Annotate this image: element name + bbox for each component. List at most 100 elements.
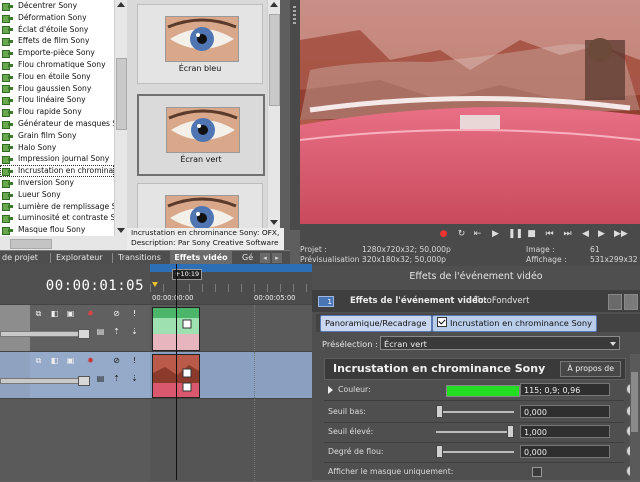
plugin-chooser-icon[interactable] bbox=[608, 294, 622, 310]
scroll-thumb[interactable] bbox=[116, 58, 127, 130]
timeline-empty-area[interactable] bbox=[150, 398, 312, 481]
effect-list-item[interactable]: Éclat d'étoile Sony bbox=[0, 24, 114, 36]
effects-list-scrollbar[interactable] bbox=[114, 0, 127, 236]
motion-icon[interactable]: ▣ bbox=[66, 356, 75, 365]
param-value[interactable]: 115; 0,9; 0,96 bbox=[520, 383, 610, 396]
effect-list-item[interactable]: Emporte-pièce Sony bbox=[0, 47, 114, 59]
preset-blue-screen[interactable]: Écran bleu bbox=[137, 4, 263, 84]
param-slider-track[interactable] bbox=[436, 431, 514, 433]
panel-splitter[interactable] bbox=[290, 0, 300, 230]
param-value[interactable]: 0,000 bbox=[520, 445, 610, 458]
tab-transitions[interactable]: Transitions bbox=[118, 251, 168, 265]
pause-icon[interactable]: ❚❚ bbox=[508, 229, 523, 240]
solo-icon[interactable]: ! bbox=[130, 309, 139, 318]
next-marker-icon[interactable]: ▶ bbox=[596, 229, 607, 240]
chain-item-pan-crop[interactable]: Panoramique/Recadrage bbox=[320, 315, 432, 332]
track-header-1[interactable]: ⧉ ◧ ▣ ✹ ⊘ ! ▤ ⇡ ⇣ bbox=[0, 304, 150, 351]
effect-list-item[interactable]: Masque flou Sony bbox=[0, 224, 114, 236]
fx-chain-icon[interactable]: ⧉ bbox=[34, 356, 43, 365]
param-value[interactable]: 1,000 bbox=[520, 425, 610, 438]
fx-gear-icon[interactable]: ✹ bbox=[86, 356, 95, 365]
playhead-cursor[interactable] bbox=[176, 264, 177, 480]
color-swatch[interactable] bbox=[446, 385, 520, 397]
tab-scroll-left-icon[interactable]: ◂ bbox=[260, 253, 270, 263]
track-lane-1[interactable] bbox=[150, 304, 312, 351]
play-icon[interactable]: ▶ bbox=[490, 229, 501, 240]
param-slider-track[interactable] bbox=[436, 411, 514, 413]
tab-generators[interactable]: Gé bbox=[242, 251, 256, 265]
slider-knob[interactable] bbox=[78, 376, 90, 386]
composite-mode-icon[interactable]: ▤ bbox=[96, 327, 105, 336]
param-slider-knob[interactable] bbox=[436, 405, 443, 418]
mask-only-checkbox[interactable] bbox=[532, 467, 542, 477]
child-icon[interactable]: ⇣ bbox=[130, 327, 139, 336]
effect-list-item[interactable]: Luminosité et contraste So bbox=[0, 212, 114, 224]
effect-list-item[interactable]: Impression journal Sony bbox=[0, 153, 114, 165]
composite-icon[interactable]: ◧ bbox=[50, 309, 59, 318]
solo-icon[interactable]: ! bbox=[130, 356, 139, 365]
tab-explorer[interactable]: Explorateur bbox=[56, 251, 108, 265]
effect-list-item[interactable]: Effets de film Sony bbox=[0, 35, 114, 47]
mute-icon[interactable]: ⊘ bbox=[112, 356, 121, 365]
expand-icon[interactable] bbox=[328, 386, 333, 394]
play-from-start-icon[interactable]: ⇤ bbox=[472, 229, 483, 240]
tab-video-fx[interactable]: Effets vidéo bbox=[170, 251, 232, 265]
effect-list-item[interactable]: Générateur de masques So bbox=[0, 118, 114, 130]
fx-panel-scrollbar[interactable] bbox=[630, 354, 640, 480]
next-end-icon[interactable]: ▶▶ bbox=[614, 229, 628, 240]
composite-mode-icon[interactable]: ▤ bbox=[96, 374, 105, 383]
effect-list-item[interactable]: Halo Sony bbox=[0, 142, 114, 154]
next-frame-icon[interactable]: ⏭ bbox=[562, 229, 573, 240]
hscroll-thumb[interactable] bbox=[10, 239, 52, 249]
remove-plugin-icon[interactable] bbox=[624, 294, 638, 310]
effect-list-item[interactable]: Flou chromatique Sony bbox=[0, 59, 114, 71]
param-slider-knob[interactable] bbox=[436, 445, 443, 458]
effect-list-item[interactable]: Grain film Sony bbox=[0, 130, 114, 142]
track-lane-2[interactable] bbox=[150, 351, 312, 398]
prev-marker-icon[interactable]: ◀ bbox=[580, 229, 591, 240]
param-slider-track[interactable] bbox=[436, 451, 514, 453]
tab-scroll-right-icon[interactable]: ▸ bbox=[272, 253, 282, 263]
scroll-thumb[interactable] bbox=[269, 14, 280, 106]
param-value[interactable]: 0,000 bbox=[520, 405, 610, 418]
about-button[interactable]: À propos de bbox=[560, 361, 621, 377]
fx-gear-icon[interactable]: ✹ bbox=[86, 309, 95, 318]
scroll-down-icon[interactable] bbox=[117, 228, 125, 233]
child-icon[interactable]: ⇣ bbox=[130, 374, 139, 383]
preset-green-screen[interactable]: Écran vert bbox=[137, 94, 265, 176]
effect-list-item[interactable]: Déformation Sony bbox=[0, 12, 114, 24]
effects-list-hscrollbar[interactable] bbox=[0, 236, 127, 250]
track-header-2[interactable]: ⧉ ◧ ▣ ✹ ⊘ ! ▤ ⇡ ⇣ bbox=[0, 351, 150, 398]
effect-list-item[interactable]: Décentrer Sony bbox=[0, 0, 114, 12]
track-level-slider[interactable] bbox=[0, 331, 82, 337]
fx-chain-icon[interactable]: ⧉ bbox=[34, 309, 43, 318]
effect-list-item[interactable]: Flou gaussien Sony bbox=[0, 83, 114, 95]
effect-list-item[interactable]: Flou en étoile Sony bbox=[0, 71, 114, 83]
stop-icon[interactable]: ■ bbox=[526, 229, 537, 240]
scroll-up-icon[interactable] bbox=[117, 2, 125, 7]
loop-icon[interactable]: ↻ bbox=[456, 229, 467, 240]
timeline-ruler[interactable]: +10:19 00:00:00:00 00:00:05:00 bbox=[150, 264, 312, 304]
effect-list-item[interactable]: Incrustation en chrominance bbox=[0, 165, 114, 177]
motion-icon[interactable]: ▣ bbox=[66, 309, 75, 318]
parent-icon[interactable]: ⇡ bbox=[112, 327, 121, 336]
record-icon[interactable]: ● bbox=[438, 229, 449, 240]
effect-list-item[interactable]: Flou rapide Sony bbox=[0, 106, 114, 118]
effect-list-item[interactable]: Lueur Sony bbox=[0, 189, 114, 201]
scroll-thumb[interactable] bbox=[631, 372, 638, 432]
presets-scrollbar[interactable] bbox=[267, 0, 280, 228]
mute-icon[interactable]: ⊘ bbox=[112, 309, 121, 318]
param-slider-knob[interactable] bbox=[507, 425, 514, 438]
preset-dropdown[interactable]: Écran vert bbox=[380, 336, 620, 350]
chain-item-chroma-key[interactable]: Incrustation en chrominance Sony bbox=[432, 315, 598, 332]
effect-list-item[interactable]: Flou linéaire Sony bbox=[0, 94, 114, 106]
scroll-up-icon[interactable] bbox=[270, 2, 278, 7]
chain-enable-checkbox[interactable] bbox=[437, 317, 447, 327]
parent-icon[interactable]: ⇡ bbox=[112, 374, 121, 383]
preset-third[interactable] bbox=[137, 183, 263, 228]
composite-icon[interactable]: ◧ bbox=[50, 356, 59, 365]
effect-list-item[interactable]: Inversion Sony bbox=[0, 177, 114, 189]
scroll-down-icon[interactable] bbox=[270, 220, 278, 225]
tab-project-media[interactable]: de projet bbox=[0, 251, 50, 265]
effect-list-item[interactable]: Lumière de remplissage So bbox=[0, 201, 114, 213]
